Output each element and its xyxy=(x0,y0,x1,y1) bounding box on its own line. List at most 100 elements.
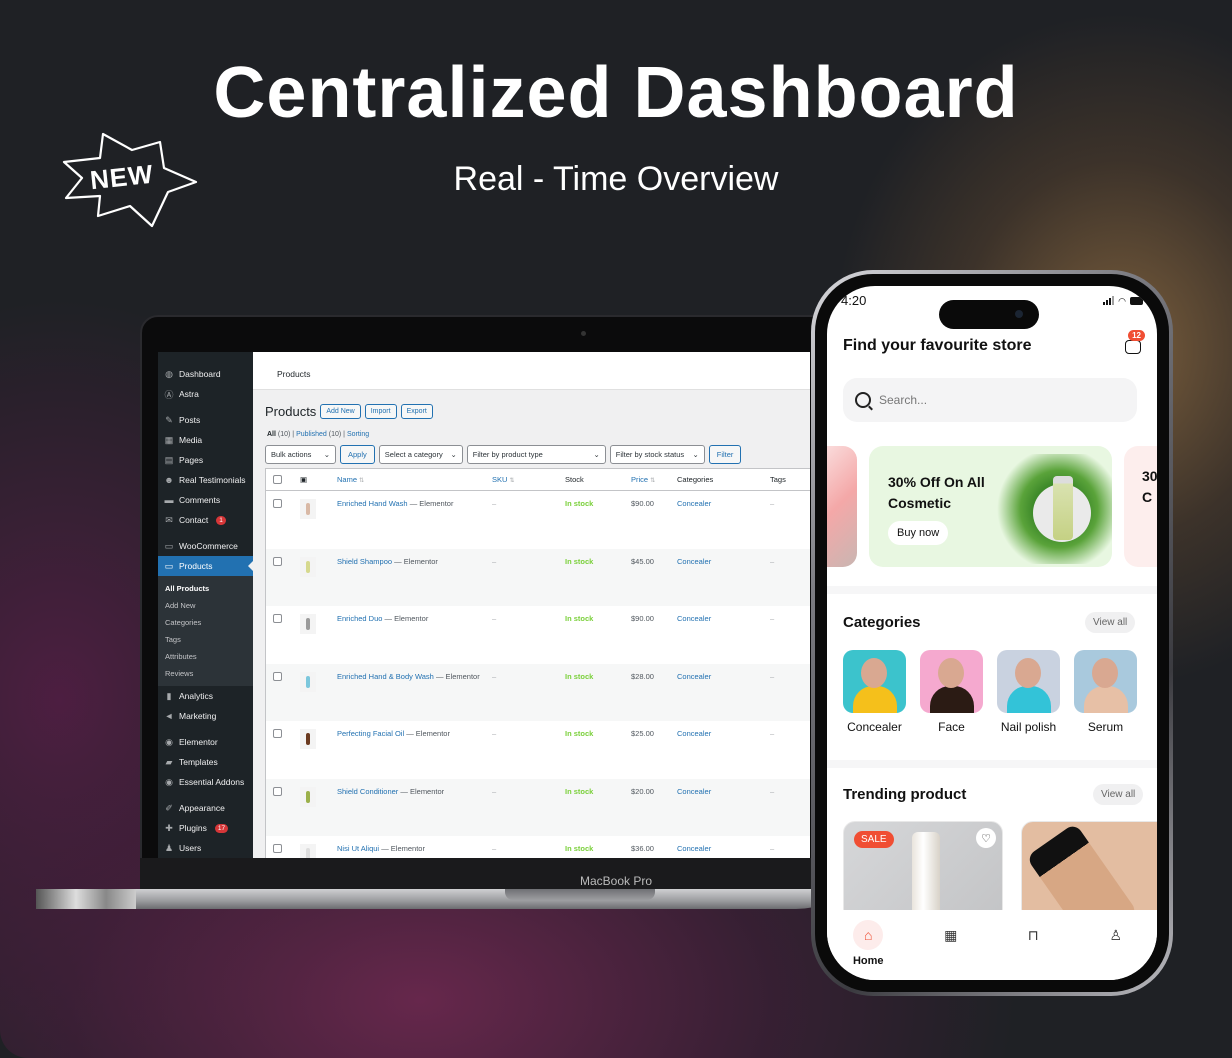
stock-status: In stock xyxy=(565,499,594,508)
wp-topbar: Products xyxy=(253,352,810,390)
heart-icon[interactable]: ♡ xyxy=(976,828,996,848)
sidebar-item-marketing[interactable]: ◄ Marketing xyxy=(158,706,253,726)
export-button[interactable]: Export xyxy=(400,404,433,419)
row-checkbox[interactable] xyxy=(273,556,282,566)
product-type-select[interactable]: Filter by product type ⌄ xyxy=(466,445,606,464)
product-name-link[interactable]: Enriched Hand & Body Wash xyxy=(337,672,434,681)
new-badge: NEW xyxy=(60,132,200,228)
sidebar-item-templates[interactable]: ▰ Templates xyxy=(158,752,253,772)
price-cell: $20.00 xyxy=(631,786,654,796)
category-item[interactable]: Serum xyxy=(1074,650,1137,734)
add-new-button[interactable]: Add New xyxy=(320,404,361,419)
trending-view-all-button[interactable]: View all xyxy=(1093,784,1144,805)
sidebar-item-comments[interactable]: ▬ Comments xyxy=(158,490,253,510)
stock-status-label: Filter by stock status xyxy=(615,450,685,459)
sidebar-item-dashboard[interactable]: ◍ Dashboard xyxy=(158,364,253,384)
sidebar-item-essential-addons[interactable]: ◉ Essential Addons xyxy=(158,772,253,792)
product-name-link[interactable]: Enriched Duo xyxy=(337,614,382,623)
search-icon xyxy=(855,392,871,408)
view-sorting-link[interactable]: Sorting xyxy=(347,431,369,438)
nav-item-bag[interactable]: ⊓ xyxy=(1003,920,1063,980)
sidebar-item-astra[interactable]: Ⓐ Astra xyxy=(158,384,253,404)
nav-item-home[interactable]: ⌂ Home xyxy=(838,920,898,980)
sidebar-item-media[interactable]: ▦ Media xyxy=(158,430,253,450)
product-name-link[interactable]: Enriched Hand Wash xyxy=(337,499,408,508)
sidebar-item-appearance[interactable]: ✐ Appearance xyxy=(158,798,253,818)
row-checkbox[interactable] xyxy=(273,729,282,738)
nav-item-grid[interactable]: ▦ xyxy=(921,920,981,980)
filter-button[interactable]: Filter xyxy=(708,445,742,464)
search-input[interactable]: Search... xyxy=(843,378,1137,422)
wp-admin-sidebar: ◍ Dashboard Ⓐ Astra ✎ Posts ▦ Media ▤ Pages ☻ Real … xyxy=(158,352,253,858)
product-thumbnail[interactable] xyxy=(300,786,316,807)
product-thumbnail[interactable] xyxy=(300,614,316,634)
sidebar-item-elementor[interactable]: ◉ Elementor xyxy=(158,732,253,752)
submenu-item-categories[interactable]: Categories xyxy=(158,614,253,631)
submenu-item-attributes[interactable]: Attributes xyxy=(158,648,253,665)
row-checkbox[interactable] xyxy=(273,671,282,681)
sale-badge: SALE xyxy=(854,831,894,848)
product-thumbnail[interactable] xyxy=(300,671,316,692)
select-all-checkbox[interactable] xyxy=(273,475,282,484)
col-name[interactable]: Name ⇅ xyxy=(332,475,492,484)
phone-frame: 4:20 ◠ Find your favourite store 12 Sear… xyxy=(811,270,1173,996)
submenu-item-add-new[interactable]: Add New xyxy=(158,597,253,614)
promo-card-next[interactable]: 30% C xyxy=(1124,446,1157,567)
category-item[interactable]: Nail polish xyxy=(997,650,1060,734)
submenu-item-reviews[interactable]: Reviews xyxy=(158,665,253,682)
serum-bottle-image xyxy=(1053,476,1073,540)
table-row: Nisi Ut Aliqui — Elementor – In stock $3… xyxy=(266,836,810,858)
comment-icon: ▬ xyxy=(164,495,174,505)
category-link[interactable]: Concealer xyxy=(677,557,770,566)
sidebar-item-users[interactable]: ♟ Users xyxy=(158,838,253,858)
view-all-link[interactable]: All xyxy=(267,431,276,438)
categories-view-all-button[interactable]: View all xyxy=(1085,612,1136,633)
stock-status-select[interactable]: Filter by stock status ⌄ xyxy=(609,445,705,464)
submenu-item-all-products[interactable]: All Products xyxy=(158,580,253,597)
category-link[interactable]: Concealer xyxy=(677,614,770,623)
view-published-link[interactable]: Published xyxy=(296,431,327,438)
product-thumbnail[interactable] xyxy=(300,556,316,577)
category-item[interactable]: Concealer xyxy=(843,650,906,734)
sidebar-item-plugins[interactable]: ✚ Plugins 17 xyxy=(158,818,253,838)
sidebar-item-pages[interactable]: ▤ Pages xyxy=(158,450,253,470)
row-checkbox[interactable] xyxy=(273,614,282,623)
product-name-link[interactable]: Shield Shampoo xyxy=(337,557,392,566)
product-name-link[interactable]: Nisi Ut Aliqui xyxy=(337,844,379,853)
sidebar-item-posts[interactable]: ✎ Posts xyxy=(158,410,253,430)
row-checkbox[interactable] xyxy=(273,499,282,508)
category-link[interactable]: Concealer xyxy=(677,499,770,508)
cart-icon[interactable] xyxy=(1125,340,1141,354)
promo-card[interactable]: 30% Off On All Cosmetic Buy now xyxy=(869,446,1112,567)
sidebar-item-contact[interactable]: ✉ Contact 1 xyxy=(158,510,253,530)
nav-item-profile[interactable]: ♙ xyxy=(1086,920,1146,980)
submenu-item-tags[interactable]: Tags xyxy=(158,631,253,648)
sidebar-item-real-testimonials[interactable]: ☻ Real Testimonials xyxy=(158,470,253,490)
category-select[interactable]: Select a category ⌄ xyxy=(378,445,463,464)
row-checkbox[interactable] xyxy=(273,786,282,796)
category-link[interactable]: Concealer xyxy=(677,729,770,738)
category-link[interactable]: Concealer xyxy=(677,844,770,853)
product-card[interactable] xyxy=(1021,821,1157,921)
product-thumbnail[interactable] xyxy=(300,499,316,519)
bulk-actions-select[interactable]: Bulk actions ⌄ xyxy=(265,445,336,464)
category-label: Face xyxy=(938,720,965,734)
category-item[interactable]: Face xyxy=(920,650,983,734)
category-link[interactable]: Concealer xyxy=(677,787,770,796)
promo-card-prev[interactable] xyxy=(827,446,857,567)
sidebar-item-analytics[interactable]: ▮ Analytics xyxy=(158,686,253,706)
col-sku[interactable]: SKU ⇅ xyxy=(492,475,565,484)
row-checkbox[interactable] xyxy=(273,844,282,853)
apply-button[interactable]: Apply xyxy=(340,445,375,464)
product-thumbnail[interactable] xyxy=(300,729,316,749)
import-button[interactable]: Import xyxy=(364,404,397,419)
product-thumbnail[interactable] xyxy=(300,844,316,858)
product-card[interactable]: SALE ♡ xyxy=(843,821,1003,921)
sidebar-item-woocommerce[interactable]: ▭ WooCommerce xyxy=(158,536,253,556)
product-name-link[interactable]: Shield Conditioner xyxy=(337,787,398,796)
buy-now-button[interactable]: Buy now xyxy=(888,521,949,545)
product-name-link[interactable]: Perfecting Facial Oil xyxy=(337,729,404,738)
col-price[interactable]: Price ⇅ xyxy=(631,475,677,484)
sidebar-item-products[interactable]: ▭ Products xyxy=(158,556,253,576)
category-link[interactable]: Concealer xyxy=(677,672,770,681)
